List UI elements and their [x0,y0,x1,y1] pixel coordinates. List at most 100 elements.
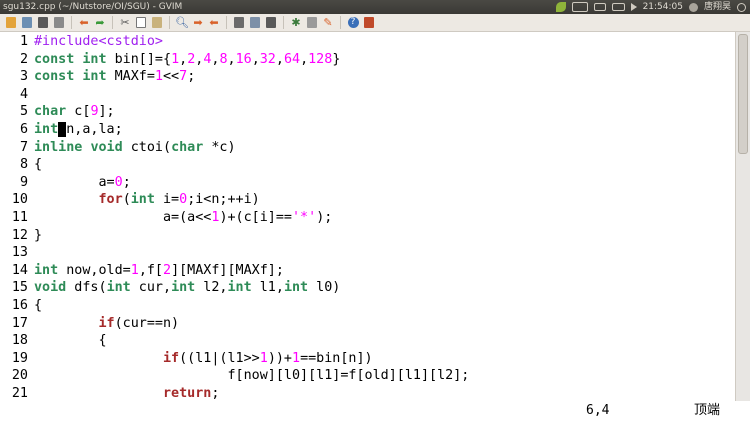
window-title: sgu132.cpp (~/Nutstore/OI/SGU) - GVIM [3,2,183,12]
save-all-icon[interactable] [36,16,50,30]
editor-line[interactable]: 1 #include<cstdio> [0,33,163,51]
code-token: now,old= [58,262,131,278]
find-next-icon[interactable]: ➡ [191,16,205,30]
editor-line[interactable]: 12} [0,227,42,245]
editor-line[interactable]: 14 int now,old=1,f[2][MAXf][MAXf]; [0,262,284,280]
code-token: int [82,69,107,85]
run-ctags-icon[interactable] [305,16,319,30]
code-text[interactable]: inline void ctoi(char *c) [34,139,236,157]
window-title-bar: sgu132.cpp (~/Nutstore/OI/SGU) - GVIM 21… [0,0,750,14]
code-text[interactable]: const int bin[]={1,2,4,8,16,32,64,128} [34,51,340,69]
user-name[interactable]: 唐翔昊 [704,0,731,14]
code-text[interactable]: #include<cstdio> [34,33,163,51]
code-token: << [163,69,180,85]
line-number: 2 [19,51,28,67]
code-text[interactable]: { [34,156,42,174]
text-editor[interactable]: 1 #include<cstdio> 2 const int bin[]={1,2,4… [0,32,735,401]
volume-icon[interactable] [630,3,637,11]
code-token: void [34,280,67,296]
power-icon[interactable] [737,2,746,12]
code-text[interactable]: for(int i=0;i<n;++i) [34,191,260,209]
system-tray: 21:54:05 唐翔昊 [555,0,746,14]
cut-icon[interactable]: ✂ [118,16,132,30]
line-number: 15 [11,280,28,296]
clock[interactable]: 21:54:05 [643,0,683,14]
code-token: f[now][l0][l1]=f[old][l1][l2]; [34,368,470,384]
paste-icon[interactable] [150,16,164,30]
run-script-icon[interactable] [264,16,278,30]
vertical-scrollbar[interactable] [735,32,750,401]
code-token: a=(a<< [34,210,212,225]
find-replace-icon[interactable]: 🔍︎ [175,16,189,30]
toolbar-separator [112,16,113,29]
make-icon[interactable]: ✱ [289,16,303,30]
code-token: 0 [114,174,123,190]
help-search-icon[interactable] [362,16,376,30]
code-text[interactable]: if(cur==n) [34,315,180,333]
code-token: ; [122,174,131,190]
editor-line[interactable]: 9 a=0; [0,174,131,192]
code-token: ctoi( [122,139,172,155]
editor-line[interactable]: 5 char c[9]; [0,103,115,121]
editor-line[interactable]: 3 const int MAXf=1<<7; [0,68,195,86]
copy-icon[interactable] [134,16,148,30]
code-text[interactable]: int n,a,la; [34,121,123,139]
editor-line[interactable]: 4 [0,86,34,104]
editor-line[interactable]: 19 if((l1|(l1>>1))+1==bin[n]) [0,350,373,368]
load-session-icon[interactable] [232,16,246,30]
code-token: l1, [251,280,284,296]
code-token: int [227,280,252,296]
save-session-icon[interactable] [248,16,262,30]
code-token: a= [34,174,115,190]
scroll-position: 顶端 [694,403,721,418]
editor-line[interactable]: 16 { [0,297,42,315]
save-icon[interactable] [20,16,34,30]
code-text[interactable]: a=0; [34,174,131,192]
code-text[interactable]: if((l1|(l1>>1))+1==bin[n]) [34,350,373,368]
redo-icon[interactable]: ➦ [93,16,107,30]
editor-line[interactable]: 6 int n,a,la; [0,121,123,139]
code-text[interactable]: { [34,332,106,350]
code-text[interactable]: a=(a<<1)+(c[i]=='*'); [34,209,332,227]
code-text[interactable]: int now,old=1,f[2][MAXf][MAXf]; [34,262,284,280]
editor-line[interactable]: 7 inline void ctoi(char *c) [0,139,236,157]
code-text[interactable]: void dfs(int cur,int l2,int l1,int l0) [34,279,340,297]
code-text[interactable]: f[now][l0][l1]=f[old][l1][l2]; [34,367,469,385]
editor-line[interactable]: 17 if(cur==n) [0,315,179,333]
code-token: char [171,139,204,155]
code-text[interactable]: { [34,297,42,315]
help-icon[interactable]: ? [346,16,360,30]
scroll-thumb[interactable] [738,34,748,154]
editor-line[interactable]: 8{ [0,156,42,174]
code-text[interactable]: char c[9]; [34,103,115,121]
code-text[interactable]: } [34,227,42,245]
editor-line[interactable]: 11 a=(a<<1)+(c[i]=='*'); [0,209,332,227]
find-prev-icon[interactable]: ⬅ [207,16,221,30]
print-icon[interactable] [52,16,66,30]
open-icon[interactable] [4,16,18,30]
code-token: dfs( [66,280,107,296]
code-text[interactable]: const int MAXf=1<<7; [34,68,195,86]
toolbar-separator [71,16,72,29]
editor-line[interactable]: 10 for(int i=0;i<n;++i) [0,191,260,209]
code-token: 1 [154,69,163,85]
code-token: if [163,350,180,366]
tag-jump-icon[interactable]: ✎ [321,16,335,30]
undo-icon[interactable]: ⬅ [77,16,91,30]
code-text[interactable]: return; [34,385,219,401]
line-number: 7 [19,139,28,155]
code-token: l0) [308,280,341,296]
editor-line[interactable]: 20 f[now][l0][l1]=f[old][l1][l2]; [0,367,469,385]
editor-line[interactable]: 21 return; [0,385,220,401]
editor-line[interactable]: 13 [0,244,34,262]
editor-line[interactable]: 2 const int bin[]={1,2,4,8,16,32,64,128} [0,51,340,69]
line-number: 5 [19,104,28,120]
editor-line[interactable]: 15 void dfs(int cur,int l2,int l1,int l0) [0,279,341,297]
leaf-icon[interactable] [555,2,566,12]
editor-line[interactable]: 18 { [0,332,107,350]
mail-icon[interactable] [593,3,606,11]
code-token: int [82,51,107,67]
keyboard-icon[interactable] [571,2,588,12]
battery-icon[interactable] [611,3,625,11]
code-token: cur, [130,280,172,296]
